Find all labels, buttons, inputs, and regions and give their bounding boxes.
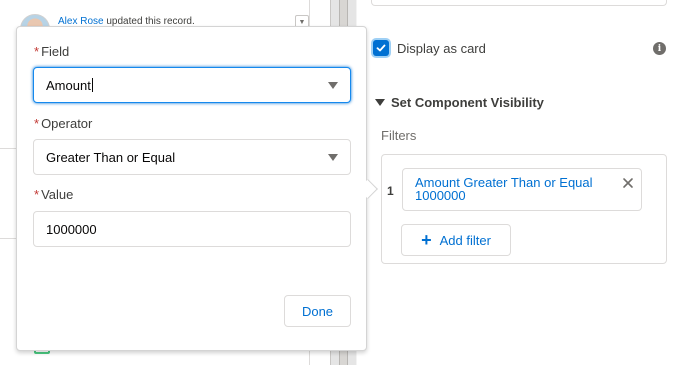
field-label: * Field xyxy=(34,44,69,59)
info-icon[interactable]: i xyxy=(653,42,666,55)
required-marker: * xyxy=(34,187,40,202)
plus-icon: + xyxy=(421,230,432,250)
filter-popover: * Field Amount * Operator Greater Than or … xyxy=(16,26,378,351)
add-filter-button[interactable]: + Add filter xyxy=(401,224,511,256)
done-button[interactable]: Done xyxy=(284,295,351,327)
check-icon xyxy=(376,44,386,52)
caret-down-icon xyxy=(375,99,385,106)
field-label-text: Field xyxy=(41,44,70,59)
required-marker: * xyxy=(34,44,40,59)
divider xyxy=(0,238,16,239)
filter-pill[interactable]: Amount Greater Than or Equal 1000000 xyxy=(402,168,642,211)
operator-select-value: Greater Than or Equal xyxy=(46,149,176,165)
section-header-visibility[interactable]: Set Component Visibility xyxy=(375,95,544,110)
filters-box: 1 Amount Greater Than or Equal 1000000 +… xyxy=(381,154,667,264)
filters-label: Filters xyxy=(381,128,417,143)
display-as-card-label: Display as card xyxy=(397,40,486,56)
operator-select[interactable]: Greater Than or Equal xyxy=(33,139,351,175)
display-as-card-checkbox[interactable] xyxy=(373,40,389,56)
operator-label: * Operator xyxy=(34,116,92,131)
section-title: Set Component Visibility xyxy=(391,95,544,110)
property-box xyxy=(371,0,667,6)
required-marker: * xyxy=(34,116,40,131)
value-label-text: Value xyxy=(41,187,74,202)
value-input[interactable]: 1000000 xyxy=(33,211,351,247)
chevron-down-icon xyxy=(328,82,338,89)
display-as-card-row[interactable]: Display as card xyxy=(373,40,486,56)
field-select-value: Amount xyxy=(46,77,91,93)
field-select[interactable]: Amount xyxy=(33,67,351,103)
filter-text-line2: 1000000 xyxy=(415,188,466,203)
value-label: * Value xyxy=(34,187,73,202)
properties-panel: Display as card i Set Component Visibili… xyxy=(357,0,682,365)
value-input-text: 1000000 xyxy=(46,221,97,237)
divider xyxy=(0,148,16,149)
operator-label-text: Operator xyxy=(41,116,93,131)
text-cursor xyxy=(91,78,93,92)
close-icon[interactable] xyxy=(622,177,634,189)
add-filter-label: Add filter xyxy=(439,232,491,248)
chevron-down-icon xyxy=(328,154,338,161)
filter-index: 1 xyxy=(387,184,394,198)
chevron-down-icon: ▼ xyxy=(298,18,306,26)
